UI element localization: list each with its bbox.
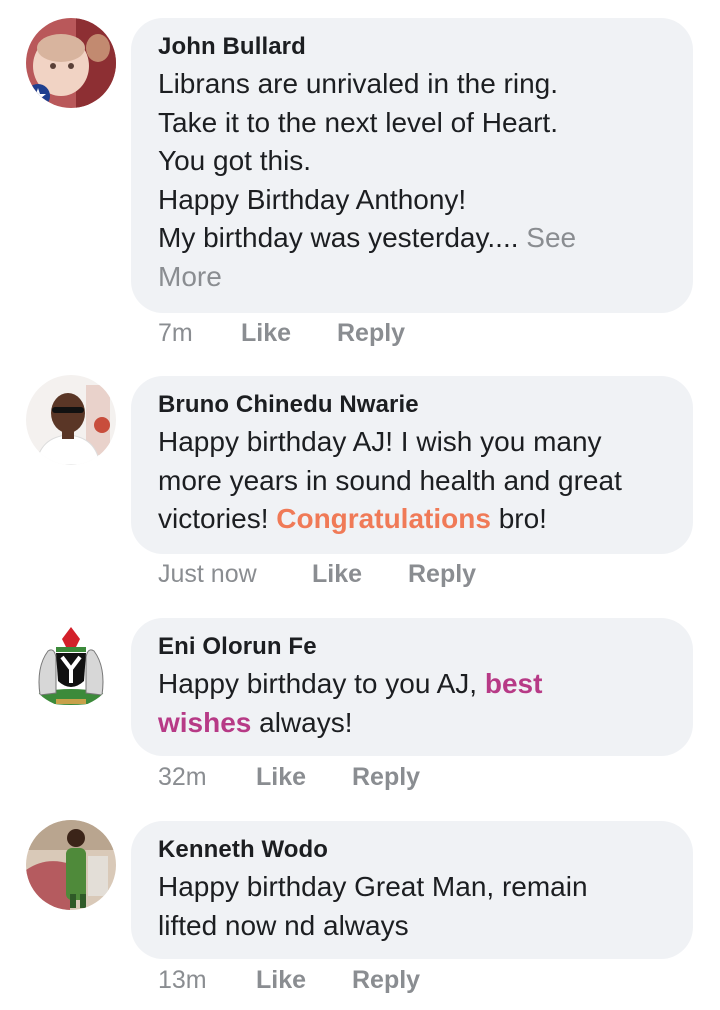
comment-line: more years in sound health and great: [158, 464, 622, 496]
comment-line: Happy birthday to you AJ, best: [158, 665, 667, 704]
comment-line: wishes always!: [158, 704, 667, 743]
avatar[interactable]: [26, 375, 116, 465]
reply-button[interactable]: Reply: [408, 559, 476, 589]
comment-actions: 32m Like Reply: [158, 762, 420, 792]
avatar-photo-icon: [26, 820, 116, 910]
comment-line: My birthday was yesterday.... See: [158, 219, 667, 258]
comment-line: You got this.: [158, 145, 312, 176]
comment-author[interactable]: John Bullard: [158, 32, 667, 62]
comment-line-text: Happy birthday to you AJ,: [158, 668, 485, 699]
like-button[interactable]: Like: [256, 762, 352, 792]
comment-text: Happy birthday to you AJ, best wishes al…: [158, 665, 667, 742]
see-more-link[interactable]: See: [526, 222, 576, 253]
comment-line-text: victories!: [158, 503, 277, 534]
comment-timestamp[interactable]: 32m: [158, 762, 256, 792]
coat-of-arms-icon: [26, 617, 116, 707]
comment-bubble: Eni Olorun Fe Happy birthday to you AJ, …: [131, 618, 693, 756]
comment-line: Happy birthday AJ! I wish you many: [158, 426, 602, 457]
highlighted-word[interactable]: wishes: [158, 707, 251, 738]
comment-text: Librans are unrivaled in the ring. Take …: [158, 65, 667, 296]
comment-line: Librans are unrivaled in the ring.: [158, 68, 559, 99]
comment-bubble: John Bullard Librans are unrivaled in th…: [131, 18, 693, 313]
avatar[interactable]: [26, 617, 116, 707]
comment-actions: 13m Like Reply: [158, 965, 420, 995]
reply-button[interactable]: Reply: [352, 762, 420, 792]
comment-line: victories! Congratulations bro!: [158, 500, 667, 539]
comment-line: Happy birthday Great Man, remain: [158, 871, 588, 902]
comment-line-text: always!: [251, 706, 353, 738]
comment-timestamp[interactable]: 7m: [158, 318, 241, 348]
comment-actions: Just now Like Reply: [158, 559, 476, 589]
avatar[interactable]: [26, 820, 116, 910]
like-button[interactable]: Like: [241, 318, 337, 348]
avatar[interactable]: [26, 18, 116, 108]
comment-line-text: My birthday was yesterday....: [158, 222, 527, 253]
avatar-photo-icon: [26, 375, 116, 465]
highlighted-word[interactable]: best: [485, 668, 543, 699]
reply-button[interactable]: Reply: [337, 318, 405, 348]
comment-text: Happy birthday Great Man, remain lifted …: [158, 868, 667, 945]
comment-line: Take it to the next level of Heart.: [158, 106, 558, 138]
comment-actions: 7m Like Reply: [158, 318, 405, 348]
like-button[interactable]: Like: [256, 965, 352, 995]
comment-line: Happy Birthday Anthony!: [158, 183, 467, 215]
like-button[interactable]: Like: [312, 559, 408, 589]
see-more-link-continued[interactable]: More: [158, 258, 667, 297]
reply-button[interactable]: Reply: [352, 965, 420, 995]
comment-bubble: Kenneth Wodo Happy birthday Great Man, r…: [131, 821, 693, 959]
comment-author[interactable]: Kenneth Wodo: [158, 835, 667, 865]
comment-timestamp[interactable]: Just now: [158, 559, 312, 589]
comment-author[interactable]: Bruno Chinedu Nwarie: [158, 390, 667, 420]
comment-text: Happy birthday AJ! I wish you many more …: [158, 423, 667, 539]
avatar-photo-icon: [26, 18, 116, 108]
comment-bubble: Bruno Chinedu Nwarie Happy birthday AJ! …: [131, 376, 693, 554]
highlighted-word[interactable]: Congratulations: [276, 503, 491, 534]
comment-line: lifted now nd always: [158, 909, 409, 941]
comment-line-text: bro!: [490, 503, 547, 534]
comment-timestamp[interactable]: 13m: [158, 965, 256, 995]
comment-author[interactable]: Eni Olorun Fe: [158, 632, 667, 662]
